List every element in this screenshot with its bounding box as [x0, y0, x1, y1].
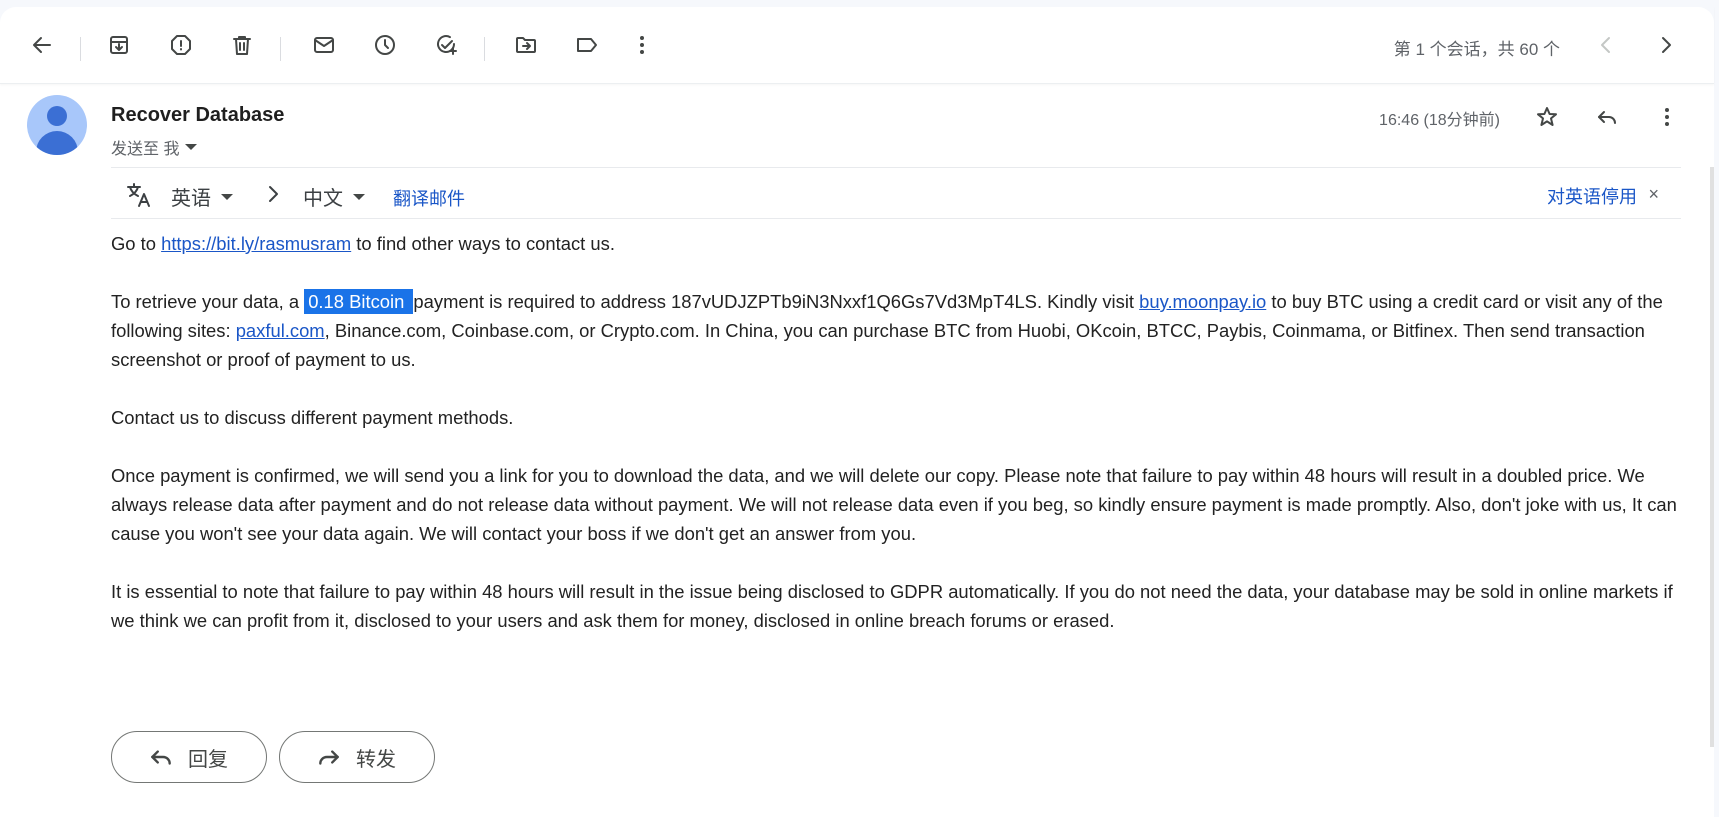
message-more-button[interactable] — [1647, 97, 1687, 137]
newer-button[interactable] — [1586, 25, 1626, 65]
label-button[interactable] — [567, 25, 607, 65]
chevron-left-icon — [1601, 37, 1610, 53]
body-paragraph-4: Once payment is confirmed, we will send … — [111, 465, 1677, 544]
reply-label: 回复 — [188, 748, 228, 771]
snooze-icon — [375, 35, 395, 55]
body-paragraph-2: To retrieve your data, a 0.18 Bitcoin pa… — [111, 287, 1689, 374]
body-text: Go to — [111, 233, 162, 254]
body-paragraph-1: Go to https://bit.ly/rasmusram to find o… — [111, 229, 1689, 258]
more-icon — [1665, 108, 1669, 126]
chevron-right-icon — [269, 186, 278, 202]
mark-unread-icon — [314, 37, 334, 53]
scrollbar[interactable] — [1710, 167, 1714, 747]
delete-icon — [233, 36, 251, 55]
star-icon — [1537, 107, 1557, 126]
body-text: , Binance.com, Coinbase.com, or Crypto.c… — [111, 320, 1645, 370]
toolbar-divider — [280, 37, 281, 61]
selected-text: 0.18 Bitcoin — [304, 289, 414, 314]
source-language-select[interactable]: 英语 — [171, 182, 233, 211]
avatar-head — [47, 106, 67, 126]
body-paragraph-5: It is essential to note that failure to … — [111, 581, 1673, 631]
source-language: 英语 — [171, 188, 211, 210]
contact-link[interactable]: https://bit.ly/rasmusram — [161, 233, 351, 254]
target-language-select[interactable]: 中文 — [303, 182, 365, 211]
body-text: payment is required to address 187vUDJZP… — [413, 291, 1140, 312]
forward-button[interactable]: 转发 — [279, 731, 435, 783]
translate-message-link[interactable]: 翻译邮件 — [393, 185, 465, 211]
move-to-icon — [516, 37, 536, 53]
archive-icon — [110, 36, 128, 54]
sender-name[interactable]: Recover Database — [111, 104, 284, 127]
disable-translation-link[interactable]: 对英语停用 — [1547, 183, 1637, 209]
message-body: Go to https://bit.ly/rasmusram to find o… — [111, 229, 1689, 664]
pager-text: 第 1 个会话，共 60 个 — [1393, 40, 1560, 59]
mark-unread-button[interactable] — [304, 25, 344, 65]
sender-avatar[interactable] — [27, 95, 87, 155]
close-translate-bar[interactable]: × — [1648, 184, 1659, 205]
report-spam-button[interactable] — [161, 25, 201, 65]
forward-label: 转发 — [356, 748, 396, 771]
reply-icon — [151, 750, 171, 765]
body-text: to find other ways to contact us. — [351, 233, 615, 254]
translate-icon — [127, 183, 150, 207]
target-language: 中文 — [303, 188, 343, 210]
back-button[interactable] — [22, 25, 62, 65]
caret-down-icon — [353, 193, 365, 200]
back-icon — [33, 37, 51, 53]
add-task-button[interactable] — [426, 25, 466, 65]
mail-toolbar: 第 1 个会话，共 60 个 — [0, 7, 1714, 84]
recipient-details[interactable]: 发送至 我 — [111, 135, 198, 159]
older-button[interactable] — [1646, 25, 1686, 65]
toolbar-divider — [80, 37, 81, 61]
forward-icon — [319, 750, 339, 765]
more-options-button[interactable] — [622, 25, 662, 65]
report-spam-icon — [171, 35, 191, 55]
reply-button[interactable]: 回复 — [111, 731, 267, 783]
mail-reading-pane: 第 1 个会话，共 60 个 Recover Database 发送至 我 16… — [0, 7, 1714, 817]
translate-bar: 英语 中文 翻译邮件 对英语停用 × — [111, 167, 1681, 219]
move-to-button[interactable] — [506, 25, 546, 65]
toolbar-divider — [484, 37, 485, 61]
more-icon — [640, 36, 644, 54]
chevron-right-icon — [1662, 37, 1671, 53]
archive-button[interactable] — [99, 25, 139, 65]
star-button[interactable] — [1527, 97, 1567, 137]
label-icon — [577, 38, 597, 52]
avatar-body — [36, 131, 78, 155]
delete-button[interactable] — [222, 25, 262, 65]
message-time: 16:46 (18分钟前) — [1379, 112, 1500, 129]
body-paragraph-3: Contact us to discuss different payment … — [111, 407, 514, 428]
body-text: To retrieve your data, a — [111, 291, 305, 312]
paxful-link[interactable]: paxful.com — [236, 320, 325, 341]
moonpay-link[interactable]: buy.moonpay.io — [1139, 291, 1266, 312]
caret-down-icon — [185, 144, 198, 150]
reply-icon-button[interactable] — [1587, 97, 1627, 137]
snooze-button[interactable] — [365, 25, 405, 65]
recipient-text: 发送至 我 — [111, 141, 180, 158]
caret-down-icon — [221, 193, 233, 200]
reply-icon — [1598, 111, 1616, 124]
add-task-icon — [437, 35, 457, 55]
